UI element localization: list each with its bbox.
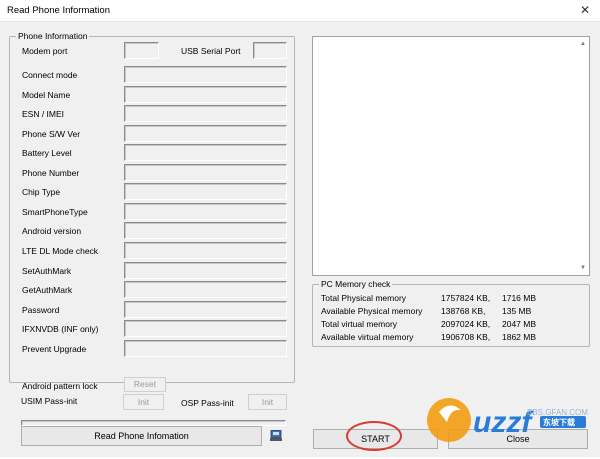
osp-init-button[interactable]: Init bbox=[248, 394, 287, 410]
field-label: Battery Level bbox=[22, 148, 72, 159]
usb-serial-port-field[interactable] bbox=[253, 42, 287, 59]
pc-memory-check-group: PC Memory check Total Physical memory 175… bbox=[312, 279, 590, 347]
field-value[interactable] bbox=[124, 202, 287, 220]
field-label: SmartPhoneType bbox=[22, 206, 88, 217]
modem-port-field[interactable] bbox=[124, 42, 159, 59]
field-value[interactable] bbox=[124, 241, 287, 259]
memory-mb: 1716 MB bbox=[502, 293, 537, 303]
memory-label: Available Physical memory bbox=[321, 306, 423, 316]
field-value[interactable] bbox=[124, 183, 287, 201]
field-label: LTE DL Mode check bbox=[22, 245, 99, 256]
field-value[interactable] bbox=[124, 320, 287, 338]
memory-mb: 1862 MB bbox=[502, 332, 537, 342]
modem-port-label: Modem port bbox=[22, 46, 68, 56]
field-value[interactable] bbox=[124, 300, 287, 318]
field-value[interactable] bbox=[124, 105, 287, 123]
memory-label: Total Physical memory bbox=[321, 293, 407, 303]
log-output-panel[interactable]: ▲ ▼ bbox=[312, 36, 590, 276]
field-label: Chip Type bbox=[22, 187, 61, 198]
field-value[interactable] bbox=[124, 222, 287, 240]
field-value[interactable] bbox=[124, 163, 287, 181]
memory-kb: 1906708 KB, bbox=[441, 332, 491, 342]
watermark-site-text: BBS.GFAN.COM bbox=[527, 408, 588, 417]
field-value[interactable] bbox=[124, 144, 287, 162]
memory-mb: 2047 MB bbox=[502, 319, 537, 329]
field-value[interactable] bbox=[124, 261, 287, 279]
memory-row: Available virtual memory 1906708 KB, 1862 … bbox=[313, 332, 583, 344]
svg-text:uzzf: uzzf bbox=[473, 406, 534, 439]
close-window-icon[interactable]: ✕ bbox=[570, 0, 600, 22]
save-icon[interactable] bbox=[270, 430, 282, 441]
dialog-client-area: Phone Information Modem port USB Serial … bbox=[0, 22, 600, 457]
memory-label: Total virtual memory bbox=[321, 319, 398, 329]
field-label: SetAuthMark bbox=[22, 265, 72, 276]
watermark-logo: uzzf 东坡下载 BBS.GFAN.COM bbox=[421, 382, 599, 457]
field-value[interactable] bbox=[124, 339, 287, 357]
usim-init-button[interactable]: Init bbox=[123, 394, 164, 410]
memory-kb: 1757824 KB, bbox=[441, 293, 491, 303]
window-title: Read Phone Information bbox=[7, 5, 110, 16]
field-value[interactable] bbox=[124, 124, 287, 142]
memory-row: Total virtual memory 2097024 KB, 2047 MB bbox=[313, 319, 583, 331]
phone-information-title: Phone Information bbox=[16, 31, 90, 41]
pc-memory-check-title: PC Memory check bbox=[319, 279, 393, 289]
memory-label: Available virtual memory bbox=[321, 332, 414, 342]
memory-kb: 138768 KB, bbox=[441, 306, 486, 316]
scroll-down-icon[interactable]: ▼ bbox=[578, 263, 588, 273]
field-label: GetAuthMark bbox=[22, 285, 73, 296]
memory-row: Total Physical memory 1757824 KB, 1716 MB bbox=[313, 293, 583, 305]
android-pattern-lock-label: Android pattern lock bbox=[22, 381, 98, 391]
read-phone-information-button[interactable]: Read Phone Infomation bbox=[21, 426, 262, 446]
field-label: Prevent Upgrade bbox=[22, 343, 87, 354]
field-label: Phone S/W Ver bbox=[22, 128, 81, 139]
memory-kb: 2097024 KB, bbox=[441, 319, 491, 329]
field-value[interactable] bbox=[124, 85, 287, 103]
scroll-up-icon[interactable]: ▲ bbox=[578, 39, 588, 49]
field-value[interactable] bbox=[124, 281, 287, 299]
field-label: Connect mode bbox=[22, 70, 78, 80]
reset-button[interactable]: Reset bbox=[124, 377, 166, 392]
osp-pass-init-label: OSP Pass-init bbox=[181, 398, 234, 408]
phone-information-group: Phone Information Modem port USB Serial … bbox=[9, 31, 295, 392]
usim-pass-init-label: USIM Pass-init bbox=[21, 396, 78, 406]
memory-row: Available Physical memory 138768 KB, 135 M… bbox=[313, 306, 583, 318]
field-label: Android version bbox=[22, 226, 82, 237]
field-label: Phone Number bbox=[22, 167, 80, 178]
watermark-sub-text: 东坡下载 bbox=[543, 418, 575, 427]
field-label: Password bbox=[22, 304, 60, 315]
annotation-circle bbox=[346, 421, 402, 451]
title-bar: Read Phone Information ✕ bbox=[0, 0, 600, 22]
field-label: ESN / IMEI bbox=[22, 109, 65, 120]
field-value[interactable] bbox=[124, 66, 287, 83]
memory-mb: 135 MB bbox=[502, 306, 532, 316]
field-label: IFXNVDB (INF only) bbox=[22, 324, 99, 335]
usb-serial-port-label: USB Serial Port bbox=[181, 46, 241, 56]
field-label: Model Name bbox=[22, 89, 71, 100]
